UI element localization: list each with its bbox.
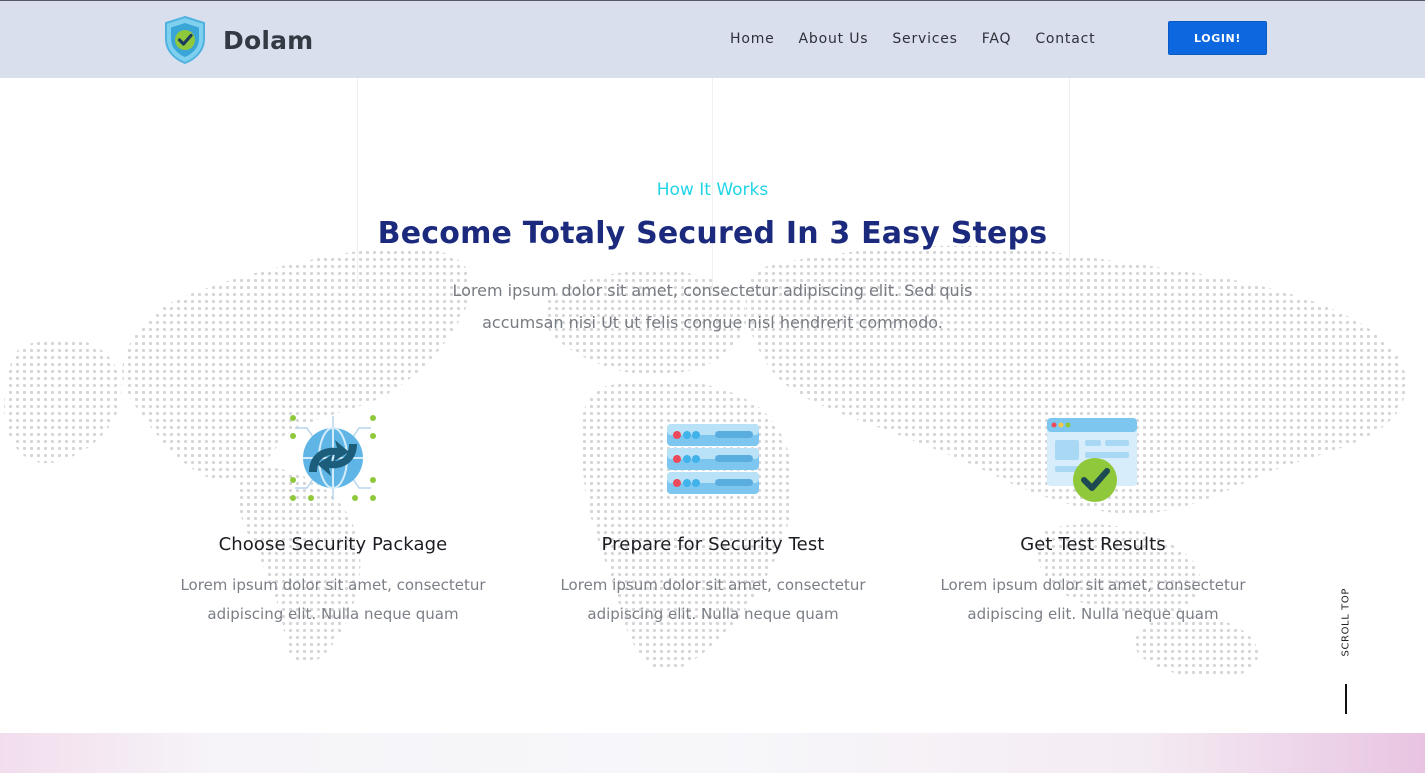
step-title: Choose Security Package (218, 534, 448, 555)
globe-sync-icon (290, 415, 376, 501)
step-description: Lorem ipsum dolor sit amet, consectetur … (560, 576, 866, 623)
shield-check-icon (165, 15, 205, 65)
step-description: Lorem ipsum dolor sit amet, consectetur … (180, 576, 486, 623)
scroll-top-button[interactable]: SCROLL TOP (1333, 588, 1359, 714)
nav-services[interactable]: Services (892, 30, 957, 48)
site-header: Dolam Home About Us Services FAQ Contact… (0, 0, 1425, 78)
nav-faq[interactable]: FAQ (982, 30, 1012, 48)
scroll-top-label: SCROLL TOP (1340, 588, 1352, 657)
main-nav: Home About Us Services FAQ Contact (730, 30, 1119, 48)
brand-name: Dolam (223, 25, 314, 55)
step-title: Get Test Results (1020, 534, 1166, 555)
section-title: Become Totaly Secured In 3 Easy Steps (377, 216, 1048, 251)
section-lead: Lorem ipsum dolor sit amet, consectetur … (452, 281, 973, 332)
scroll-top-line (1345, 684, 1347, 714)
section-eyebrow: How It Works (656, 180, 769, 200)
nav-home[interactable]: Home (730, 30, 775, 48)
nav-contact[interactable]: Contact (1035, 30, 1095, 48)
nav-about-us[interactable]: About Us (799, 30, 869, 48)
brand-logo[interactable]: Dolam (162, 15, 313, 65)
step-card: Choose Security Package Lorem ipsum dolo… (163, 410, 503, 629)
step-card: Prepare for Security Test Lorem ipsum do… (543, 410, 883, 629)
step-title: Prepare for Security Test (601, 534, 825, 555)
step-description: Lorem ipsum dolor sit amet, consectetur … (940, 576, 1246, 623)
next-section-band (0, 733, 1425, 773)
step-card: Get Test Results Lorem ipsum dolor sit a… (923, 410, 1263, 629)
browser-check-icon (1047, 418, 1137, 502)
login-button[interactable]: LOGIN! (1168, 21, 1267, 55)
server-icon (667, 424, 759, 494)
